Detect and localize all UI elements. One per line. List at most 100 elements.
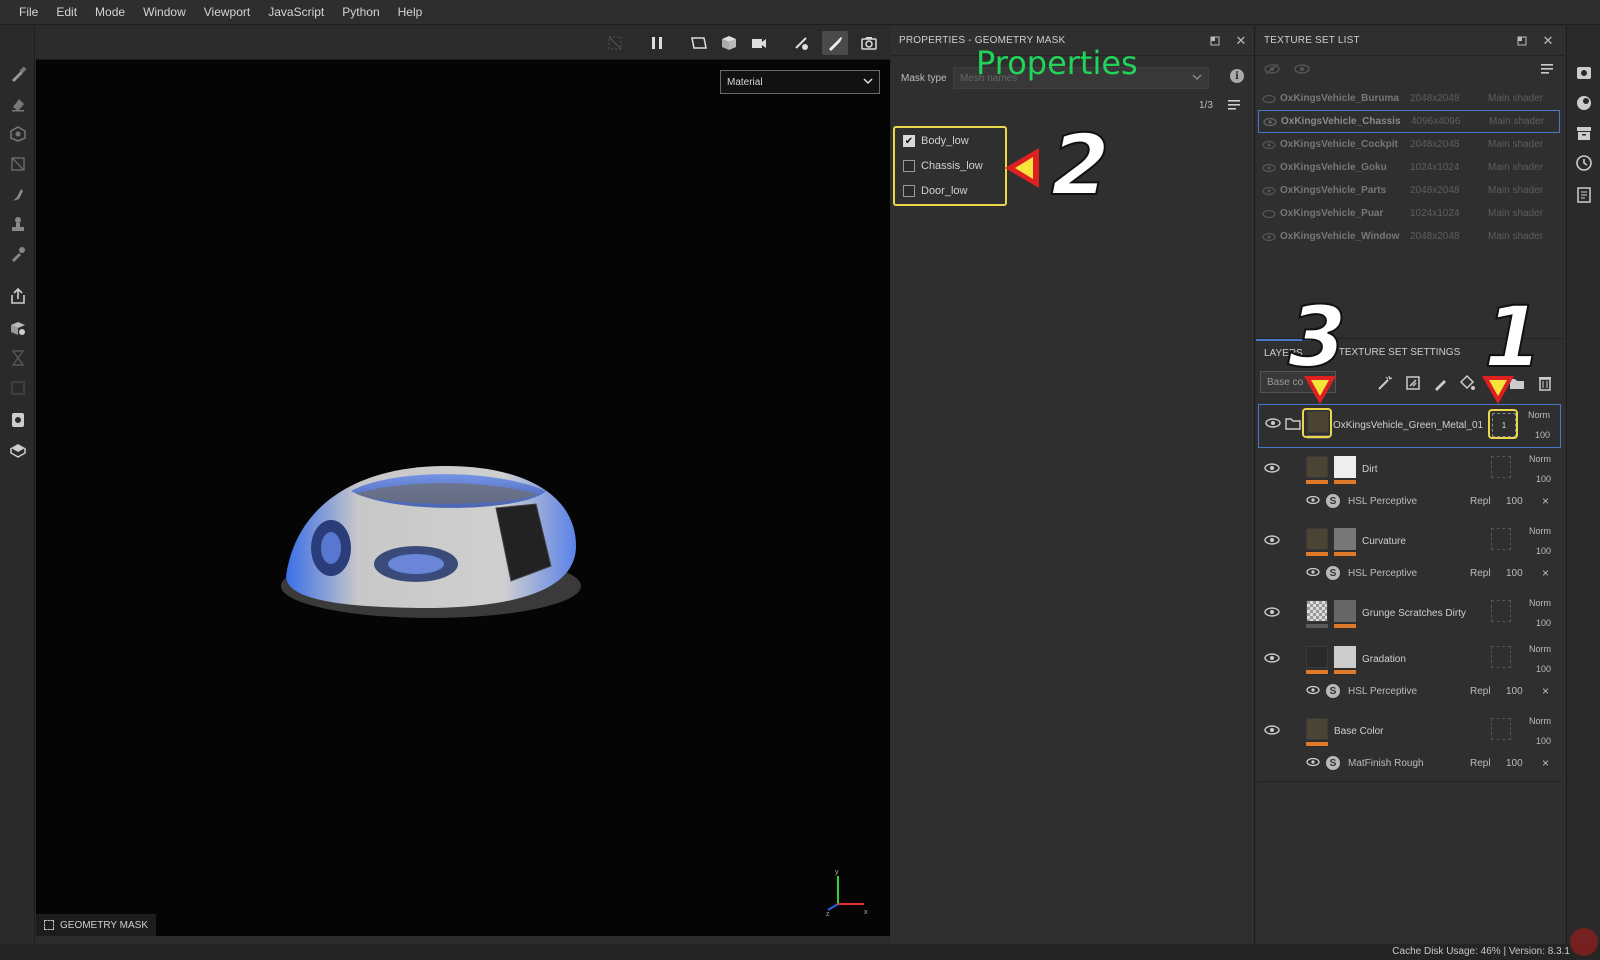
magic-wand-icon[interactable]	[1376, 374, 1394, 392]
close-icon[interactable]: ×	[1542, 756, 1549, 770]
menu-help[interactable]: Help	[389, 5, 432, 19]
opacity-value[interactable]: 100	[1536, 546, 1551, 556]
layer-row[interactable]: Dirt Norm 100 S HSL Perceptive Repl 100 …	[1258, 450, 1561, 520]
lighting-icon[interactable]	[788, 31, 814, 55]
viewport-3d-icon[interactable]	[716, 31, 742, 55]
eye-icon[interactable]	[1306, 684, 1320, 699]
filter-row[interactable]: S HSL Perceptive Repl 100 ×	[1306, 492, 1561, 512]
filter-opacity[interactable]: 100	[1506, 496, 1523, 507]
filter-name[interactable]: MatFinish Rough	[1348, 758, 1424, 769]
undock-icon[interactable]	[1514, 33, 1530, 49]
camera-icon[interactable]	[746, 31, 772, 55]
list-menu-icon[interactable]	[1227, 98, 1241, 115]
texture-set-shader[interactable]: Main shader	[1489, 116, 1544, 127]
paint-brush-icon[interactable]	[6, 62, 30, 86]
pause-icon[interactable]	[644, 31, 670, 55]
history-icon[interactable]	[1575, 154, 1593, 172]
menu-mode[interactable]: Mode	[86, 5, 134, 19]
mask-thumbnail[interactable]	[1334, 528, 1356, 550]
texture-set-shader[interactable]: Main shader	[1488, 93, 1543, 104]
geometry-mask-slot[interactable]	[1491, 718, 1511, 740]
mask-thumbnail[interactable]	[1334, 600, 1356, 622]
eye-icon[interactable]	[1264, 606, 1280, 621]
add-fill-layer-icon[interactable]	[1458, 374, 1476, 392]
filter-name[interactable]: HSL Perceptive	[1348, 496, 1417, 507]
eye-icon[interactable]	[1258, 139, 1280, 151]
mesh-item-body-low[interactable]: ✔ Body_low	[903, 132, 969, 150]
archive-icon[interactable]	[1575, 124, 1593, 142]
opacity-value[interactable]: 100	[1536, 664, 1551, 674]
eye-icon[interactable]	[1264, 652, 1280, 667]
texture-set-row[interactable]: OxKingsVehicle_Parts 2048x2048 Main shad…	[1258, 179, 1560, 202]
eye-icon[interactable]	[1264, 534, 1280, 549]
folder-icon[interactable]	[1285, 417, 1301, 433]
texture-set-row[interactable]: OxKingsVehicle_Puar 1024x1024 Main shade…	[1258, 202, 1560, 225]
menu-window[interactable]: Window	[134, 5, 195, 19]
fill-thumbnail[interactable]	[1306, 528, 1328, 550]
geometry-mask-slot[interactable]	[1491, 528, 1511, 550]
layer-row[interactable]: Grunge Scratches Dirty Norm 100	[1258, 594, 1561, 638]
menu-javascript[interactable]: JavaScript	[259, 5, 333, 19]
filter-name[interactable]: HSL Perceptive	[1348, 686, 1417, 697]
hide-icon[interactable]	[602, 31, 628, 55]
mesh-item-door-low[interactable]: Door_low	[903, 182, 967, 200]
hide-eye-icon[interactable]	[1264, 62, 1280, 79]
add-paint-layer-icon[interactable]	[1432, 374, 1450, 392]
filter-blend-select[interactable]: Repl	[1470, 758, 1491, 769]
layer-name[interactable]: Base Color	[1334, 726, 1383, 737]
close-icon[interactable]: ×	[1542, 494, 1549, 508]
layer-folder-row[interactable]: OxKingsVehicle_Green_Metal_01 1 Norm 100	[1258, 404, 1561, 448]
blend-mode-select[interactable]: Norm	[1529, 644, 1551, 654]
texture-set-row[interactable]: OxKingsVehicle_Buruma 2048x2048 Main sha…	[1258, 87, 1560, 110]
fill-thumbnail[interactable]	[1306, 646, 1328, 668]
menu-edit[interactable]: Edit	[47, 5, 86, 19]
checkbox-checked[interactable]: ✔	[903, 135, 915, 147]
eye-icon[interactable]	[1264, 462, 1280, 477]
eye-icon[interactable]	[1258, 185, 1280, 197]
filter-row[interactable]: S MatFinish Rough Repl 100 ×	[1306, 754, 1561, 774]
texture-set-row[interactable]: OxKingsVehicle_Cockpit 2048x2048 Main sh…	[1258, 133, 1560, 156]
painting-mode-icon[interactable]	[822, 31, 848, 55]
opacity-value[interactable]: 100	[1536, 474, 1551, 484]
filter-opacity[interactable]: 100	[1506, 686, 1523, 697]
eye-icon[interactable]	[1264, 724, 1280, 739]
projection-icon[interactable]	[6, 122, 30, 146]
filter-opacity[interactable]: 100	[1506, 758, 1523, 769]
eraser-icon[interactable]	[6, 92, 30, 116]
texture-set-shader[interactable]: Main shader	[1488, 139, 1543, 150]
eye-icon[interactable]	[1259, 116, 1281, 128]
filter-opacity[interactable]: 100	[1506, 568, 1523, 579]
menu-python[interactable]: Python	[333, 5, 388, 19]
texture-set-shader[interactable]: Main shader	[1488, 185, 1543, 196]
eye-icon[interactable]	[1258, 208, 1280, 220]
transform-icon[interactable]	[6, 376, 30, 400]
export-icon[interactable]	[6, 284, 30, 308]
eye-icon[interactable]	[1306, 494, 1320, 509]
texture-set-shader[interactable]: Main shader	[1488, 208, 1543, 219]
blend-mode-select[interactable]: Norm	[1529, 454, 1551, 464]
geometry-mask-slot[interactable]	[1491, 646, 1511, 668]
fill-thumbnail[interactable]	[1306, 456, 1328, 478]
checkbox-unchecked[interactable]	[903, 160, 915, 172]
mesh-item-chassis-low[interactable]: Chassis_low	[903, 157, 983, 175]
blend-mode-select[interactable]: Norm	[1529, 598, 1551, 608]
screenshot-icon[interactable]	[856, 31, 882, 55]
close-icon[interactable]: ×	[1542, 566, 1549, 580]
eye-icon[interactable]	[1306, 566, 1320, 581]
bake-icon[interactable]	[6, 316, 30, 340]
close-icon[interactable]: ✕	[1540, 33, 1556, 49]
geometry-mask-slot[interactable]	[1491, 600, 1511, 622]
viewport-material-select[interactable]: Material	[720, 70, 880, 94]
close-icon[interactable]: ✕	[1233, 33, 1249, 49]
hourglass-icon[interactable]	[6, 346, 30, 370]
layer-row[interactable]: Base Color Norm 100 S MatFinish Rough Re…	[1258, 712, 1561, 782]
layer-name[interactable]: Grunge Scratches Dirty	[1362, 608, 1466, 619]
info-icon[interactable]: i	[1230, 69, 1244, 83]
blend-mode-select[interactable]: Norm	[1528, 410, 1550, 420]
smart-material-icon[interactable]	[1404, 374, 1422, 392]
eye-icon[interactable]	[1306, 756, 1320, 771]
opacity-value[interactable]: 100	[1536, 618, 1551, 628]
filter-name[interactable]: HSL Perceptive	[1348, 568, 1417, 579]
close-icon[interactable]: ×	[1542, 684, 1549, 698]
mask-thumbnail[interactable]	[1334, 646, 1356, 668]
